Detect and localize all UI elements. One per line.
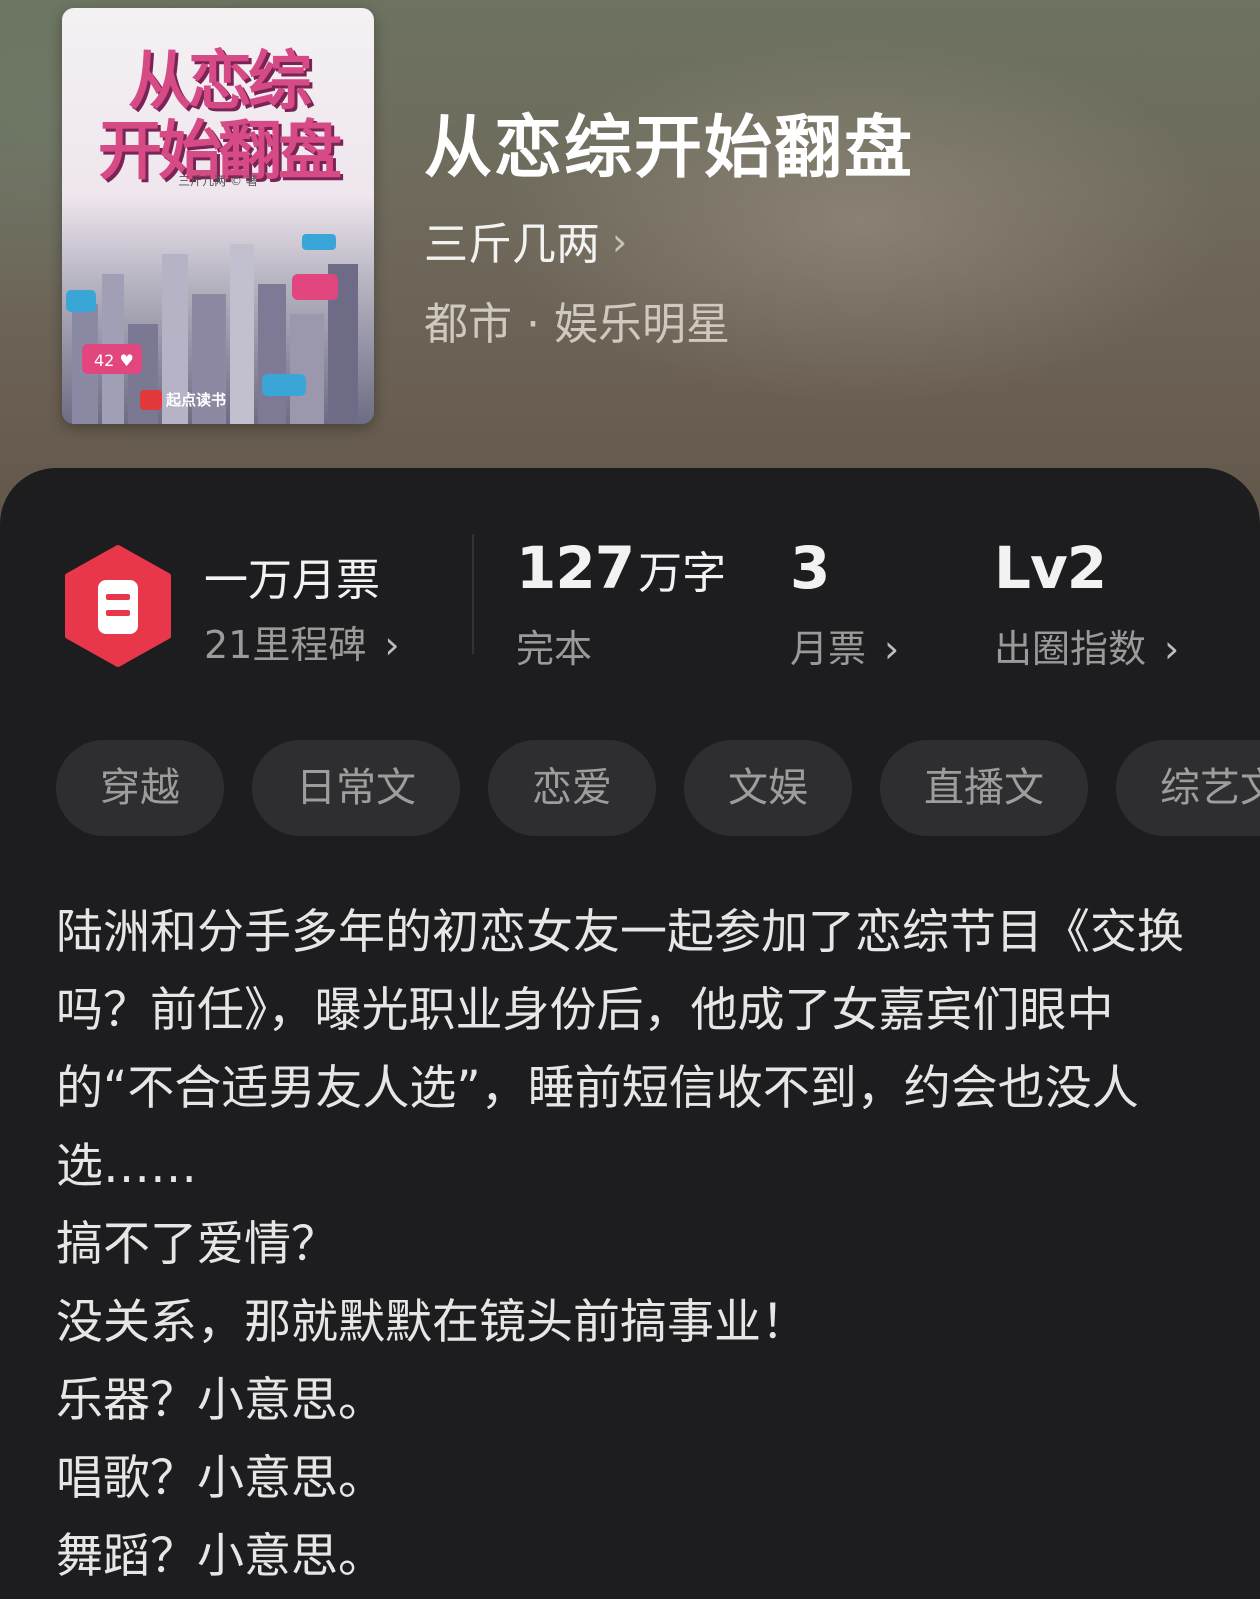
tag-list: 穿越日常文恋爱文娱直播文综艺文 [56,740,1260,838]
monthly-ticket-badge-icon[interactable] [62,544,174,668]
tag-chip[interactable]: 综艺文 [1116,740,1260,836]
book-title: 从恋综开始翻盘 [424,109,915,188]
breakout-index-label: 出圈指数 [994,627,1147,671]
description-paragraph: 唱歌？小意思。 [56,1451,385,1506]
monthly-votes-link[interactable]: 月票 › [790,618,899,673]
cover-author: 三斤几两 © 著 [178,174,258,188]
chevron-right-icon: › [1164,627,1180,671]
word-count: 127万字 [516,534,726,602]
tag-chip[interactable]: 日常文 [252,740,460,836]
description-paragraph: 乐器？小意思。 [56,1373,385,1428]
author-name: 三斤几两 [424,219,600,270]
milestone-title: 一万月票 [204,555,380,606]
book-cover[interactable]: 从恋综 开始翻盘 三斤几两 © 著 42 ♥ 起点读书 [62,8,374,424]
monthly-votes-value: 3 [790,534,830,602]
breakout-index-value: Lv2 [994,534,1107,602]
tag-chip[interactable]: 文娱 [684,740,852,836]
chevron-right-icon: › [884,627,900,671]
cover-brand: 起点读书 [166,391,227,409]
chevron-right-icon: › [612,220,628,264]
description-paragraph: 搞不了爱情？ [56,1217,338,1272]
description-paragraph: 陆洲和分手多年的初恋女友一起参加了恋综节目《交换吗？前任》，曝光职业身份后，他成… [56,905,1184,1194]
book-description[interactable]: 陆洲和分手多年的初恋女友一起参加了恋综节目《交换吗？前任》，曝光职业身份后，他成… [56,894,1216,1596]
svg-text:42 ♥: 42 ♥ [94,351,134,370]
milestone-link[interactable]: 21里程碑 › [204,614,400,669]
monthly-votes-label: 月票 [790,627,867,671]
description-paragraph: 舞蹈？小意思。 [56,1529,385,1584]
completion-status: 完本 [516,627,593,671]
description-paragraph: 没关系，那就默默在镜头前搞事业！ [56,1295,808,1350]
chevron-right-icon: › [384,623,400,667]
tag-chip[interactable]: 穿越 [56,740,224,836]
word-count-value: 127 [516,534,635,602]
tag-chip[interactable]: 直播文 [880,740,1088,836]
milestone-subtitle: 21里程碑 [204,623,367,667]
author-link[interactable]: 三斤几两 › [424,208,627,272]
genre-label: 都市 · 娱乐明星 [424,299,730,350]
tag-chip[interactable]: 恋爱 [488,740,656,836]
word-count-unit: 万字 [638,548,727,599]
breakout-index-link[interactable]: 出圈指数 › [994,618,1179,673]
brand-logo-icon [140,390,162,410]
stats-divider [472,534,474,654]
